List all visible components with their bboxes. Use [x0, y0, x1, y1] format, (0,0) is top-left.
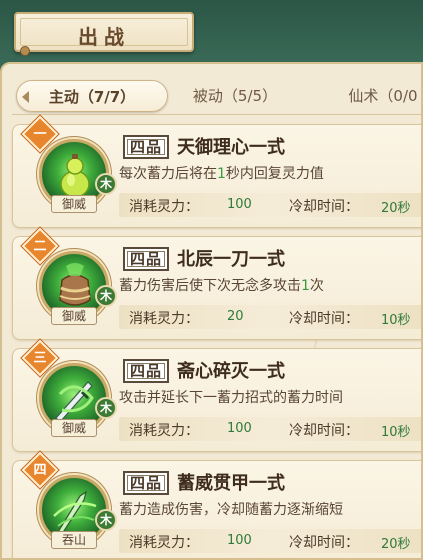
skill-description: 蓄力伤害后使下次无念多攻击1次 — [119, 275, 324, 295]
skill-description: 每次蓄力后将在1秒内回复灵力值 — [119, 163, 324, 183]
rank-number: 四 — [33, 463, 47, 478]
page-title: 出战 — [78, 25, 130, 49]
cooldown-value: 10秒 — [381, 425, 411, 440]
grade-badge: 四品 — [123, 471, 169, 495]
top-bar: 出战 — [0, 0, 423, 70]
cost-value: 100 — [227, 421, 252, 436]
skill-name: 天御理心一式 — [177, 137, 285, 158]
cost-label: 消耗灵力： — [129, 535, 199, 551]
cost-value: 100 — [227, 533, 252, 548]
title-tab: 出战 — [14, 12, 194, 56]
element-badge: 木 — [95, 285, 117, 307]
skill-name: 蓄威贯甲一式 — [177, 473, 285, 494]
grade-badge: 四品 — [123, 359, 169, 383]
tab-active[interactable]: 主动（7/7） — [16, 80, 168, 112]
rank-number: 一 — [33, 127, 47, 142]
owner-badge: 吞山 — [51, 531, 97, 549]
skill-card[interactable]: 四 木 吞山 四品 蓄威贯甲一式 蓄力造成伤害，冷却随蓄力逐渐缩短 消耗灵力： … — [12, 451, 421, 558]
tab-passive-label: 被动（5/5） — [192, 87, 278, 105]
owner-badge: 御威 — [51, 307, 97, 325]
desc-part: 每次蓄力后将在 — [119, 166, 217, 182]
cost-label: 消耗灵力： — [129, 311, 199, 327]
skill-card[interactable]: 一 木 御威 四品 天御理心一式 每次蓄力后将在1秒内回复灵力值 消耗灵力： 1… — [12, 115, 421, 228]
cooldown-label: 冷却时间： — [289, 199, 359, 215]
rank-number: 三 — [33, 351, 47, 366]
stat-bar: 消耗灵力： 100 冷却时间： 20秒 — [119, 529, 421, 553]
skill-panel: 主动（7/7） 被动（5/5） 仙术（0/0 一 木 御威 四品 天御理心一式 … — [0, 62, 423, 560]
rank-number: 二 — [33, 239, 47, 254]
element-badge: 木 — [95, 397, 117, 419]
stat-bar: 消耗灵力： 100 冷却时间： 10秒 — [119, 417, 421, 441]
skill-name: 斋心碎灭一式 — [177, 361, 285, 382]
desc-highlight: 1 — [217, 166, 226, 182]
owner-badge: 御威 — [51, 195, 97, 213]
tab-arrow-left-icon — [22, 91, 29, 103]
owner-badge: 御威 — [51, 419, 97, 437]
cooldown-value: 10秒 — [381, 313, 411, 328]
desc-part: 蓄力伤害后使下次无念多攻击 — [119, 278, 301, 294]
tab-spell-label: 仙术（0/0 — [348, 87, 418, 105]
skill-tabs: 主动（7/7） 被动（5/5） 仙术（0/0 — [2, 72, 421, 116]
grade-badge: 四品 — [123, 247, 169, 271]
skill-description: 蓄力造成伤害，冷却随蓄力逐渐缩短 — [119, 499, 343, 519]
cost-value: 100 — [227, 197, 252, 212]
desc-part: 攻击并延长下一蓄力招式的蓄力时间 — [119, 390, 343, 406]
cooldown-label: 冷却时间： — [289, 423, 359, 439]
cooldown-value: 20秒 — [381, 537, 411, 552]
element-badge: 木 — [95, 509, 117, 531]
stat-bar: 消耗灵力： 20 冷却时间： 10秒 — [119, 305, 421, 329]
tab-divider — [12, 114, 421, 115]
desc-part: 蓄力造成伤害，冷却随蓄力逐渐缩短 — [119, 502, 343, 518]
cost-label: 消耗灵力： — [129, 199, 199, 215]
tab-active-label: 主动（7/7） — [48, 88, 136, 106]
desc-highlight: 1 — [301, 278, 310, 294]
skill-card[interactable]: 二 木 御威 四品 北辰一刀一式 蓄力伤害后使下次无念多攻击1次 消耗灵力： 2… — [12, 227, 421, 340]
cooldown-label: 冷却时间： — [289, 535, 359, 551]
skill-name: 北辰一刀一式 — [177, 249, 285, 270]
skill-card[interactable]: 三 木 御威 四品 斋心碎灭一式 攻击并延长下一蓄力招式的蓄力时间 消耗灵力： … — [12, 339, 421, 452]
knob-icon — [20, 46, 30, 56]
element-badge: 木 — [95, 173, 117, 195]
grade-badge: 四品 — [123, 135, 169, 159]
cost-value: 20 — [227, 309, 244, 324]
tab-passive[interactable]: 被动（5/5） — [180, 80, 290, 112]
skill-description: 攻击并延长下一蓄力招式的蓄力时间 — [119, 387, 343, 407]
desc-part: 次 — [309, 278, 324, 294]
tab-spell[interactable]: 仙术（0/0 — [328, 80, 421, 112]
stat-bar: 消耗灵力： 100 冷却时间： 20秒 — [119, 193, 421, 217]
cooldown-value: 20秒 — [381, 201, 411, 216]
cooldown-label: 冷却时间： — [289, 311, 359, 327]
cost-label: 消耗灵力： — [129, 423, 199, 439]
desc-part: 秒内回复灵力值 — [225, 166, 324, 182]
